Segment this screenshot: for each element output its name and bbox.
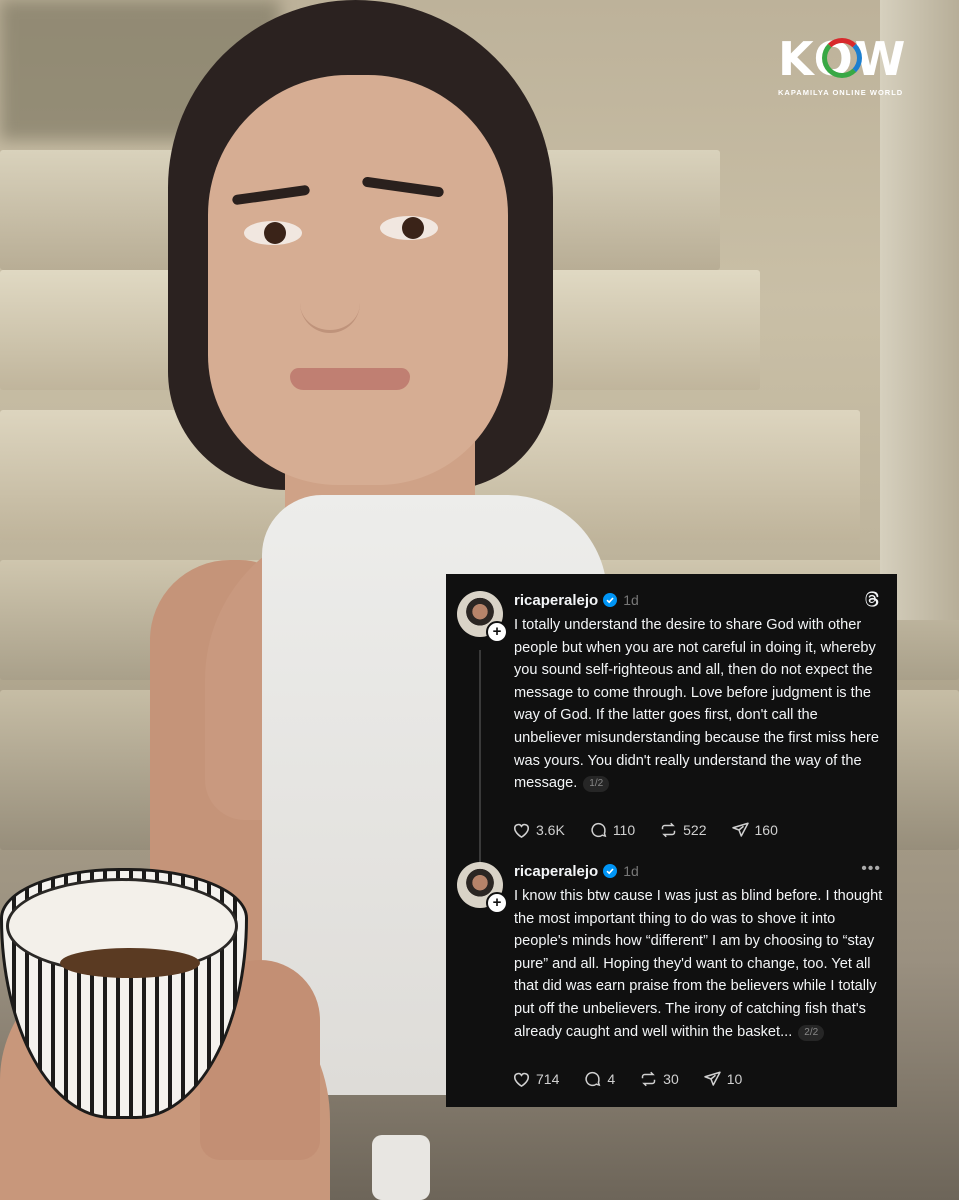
post-actions: 3.6K 110 522 160 [512,821,802,839]
post-header: ricaperalejo 1d [514,590,639,610]
thread-connector-line [479,650,481,862]
like-button[interactable]: 714 [512,1070,559,1088]
share-count: 10 [726,1071,743,1087]
share-icon [731,822,749,837]
share-button[interactable]: 160 [731,821,778,839]
comment-icon [585,1071,601,1087]
coffee [60,948,200,978]
threads-logo-icon [865,591,879,607]
share-icon [703,1071,721,1086]
post-header: ricaperalejo 1d [514,861,639,881]
wristwatch [372,1135,430,1200]
username[interactable]: ricaperalejo [514,863,598,880]
post-actions: 714 4 30 10 [512,1070,766,1088]
reply-button[interactable]: 110 [589,821,635,839]
thread-count-badge: 2/2 [798,1024,825,1041]
like-button[interactable]: 3.6K [512,821,565,839]
repost-button[interactable]: 522 [659,821,707,839]
username[interactable]: ricaperalejo [514,592,598,609]
reply-count: 110 [612,822,636,838]
post-body-text: I know this btw cause I was just as blin… [514,888,883,1040]
thread-post: + ricaperalejo 1d ••• I know this btw ca… [446,856,897,1107]
repost-count: 30 [663,1071,679,1087]
share-button[interactable]: 10 [703,1070,743,1088]
thread-post: + ricaperalejo 1d I totally understand t… [446,574,897,862]
repost-button[interactable]: 30 [639,1070,679,1088]
person-face [208,75,508,485]
repost-count: 522 [683,822,707,838]
iris [264,222,286,244]
thread-count-badge: 1/2 [583,776,610,793]
iris [402,217,424,239]
logo-tagline: KAPAMILYA ONLINE WORLD [778,88,904,97]
lips [290,368,410,390]
comment-icon [591,822,607,838]
post-text: I totally understand the desire to share… [514,614,886,795]
reply-count: 4 [607,1071,616,1087]
like-count: 714 [536,1071,560,1087]
post-body-text: I totally understand the desire to share… [514,617,880,792]
threads-post-card: + ricaperalejo 1d I totally understand t… [446,574,897,1107]
like-count: 3.6K [536,822,565,838]
verified-badge-icon [603,864,618,878]
more-options-icon[interactable]: ••• [861,861,881,877]
follow-plus-icon[interactable]: + [486,621,508,643]
repost-icon [661,822,676,838]
share-count: 160 [754,822,778,838]
verified-badge-icon [603,593,618,607]
follow-plus-icon[interactable]: + [486,892,508,914]
post-time: 1d [623,863,639,879]
heart-icon [513,823,530,839]
post-text: I know this btw cause I was just as blin… [514,885,886,1043]
heart-icon [513,1072,530,1088]
reply-button[interactable]: 4 [583,1070,615,1088]
repost-icon [641,1071,656,1087]
logo-ring-icon [822,38,862,78]
kow-logo: KOW KAPAMILYA ONLINE WORLD [778,34,928,106]
post-time: 1d [623,592,639,608]
